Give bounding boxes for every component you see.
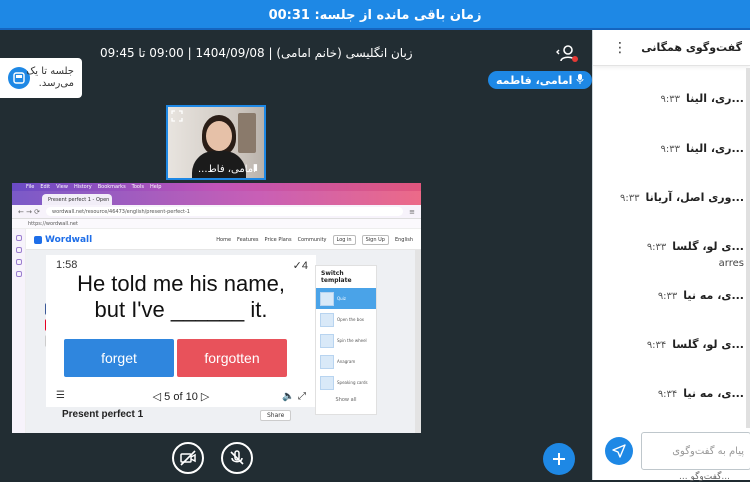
browser-tabstrip: Present perfect 1 - Open bbox=[12, 191, 421, 205]
chat-message: ...ی لو، گلسا ۹:۳۴ bbox=[646, 338, 744, 351]
more-options-icon[interactable]: ⋮ bbox=[613, 40, 627, 56]
microphone-icon bbox=[576, 73, 584, 87]
shared-screen: File Edit View History Bookmarks Tools H… bbox=[12, 183, 421, 433]
answer-option-forget: forget bbox=[64, 339, 174, 377]
microphone-off-button[interactable] bbox=[221, 442, 253, 474]
wordwall-nav-links: Home Features Price Plans Community Log … bbox=[216, 234, 413, 245]
camera-off-icon bbox=[180, 450, 196, 466]
browser-bookmarks: https://wordwall.net bbox=[12, 219, 421, 229]
game-pager: ◁ 5 of 10 ▷ bbox=[152, 391, 210, 403]
chat-message: ...ی، مه نیا ۹:۳۳ bbox=[657, 289, 744, 302]
plus-icon bbox=[553, 453, 565, 465]
chat-message: ...ی لو، گلسا ۹:۳۳ bbox=[646, 240, 744, 253]
browser-nav-icons: ← → ⟳ bbox=[18, 207, 41, 216]
template-item: Speaking cards bbox=[316, 372, 376, 393]
sound-fullscreen-icons: 🔈 ⤢ bbox=[282, 391, 306, 402]
webcam-shelf bbox=[238, 113, 256, 153]
chat-header: ⋮ گفت‌وگوی همگانی bbox=[593, 30, 750, 66]
chat-title: گفت‌وگوی همگانی bbox=[641, 41, 742, 54]
webcam-tile[interactable]: امامی، فاط... ▮ bbox=[166, 105, 266, 180]
add-button[interactable] bbox=[543, 443, 575, 475]
template-thumbnail bbox=[320, 354, 334, 369]
switch-template-panel: Switch template Quiz Open the box Spin t… bbox=[315, 265, 377, 415]
webcam-mic-icon: ▮ bbox=[253, 163, 258, 173]
expand-icon[interactable] bbox=[171, 110, 185, 124]
meeting-title: زبان انگلیسی (خانم امامی) | 1404/09/08 |… bbox=[100, 46, 413, 60]
chat-message: ...ی، مه نیا ۹:۳۴ bbox=[657, 387, 744, 400]
game-question: He told me his name, but I've ______ it. bbox=[77, 271, 285, 322]
chat-panel: ⋮ گفت‌وگوی همگانی ...ری، الینا ۹:۳۳ ...ری… bbox=[592, 30, 750, 482]
send-button[interactable] bbox=[605, 437, 633, 465]
template-thumbnail bbox=[320, 375, 334, 390]
wordwall-logo-icon bbox=[34, 235, 42, 244]
template-thumbnail bbox=[320, 333, 334, 348]
participants-icon[interactable] bbox=[556, 42, 578, 64]
rail-icon bbox=[15, 235, 22, 241]
template-thumbnail bbox=[320, 312, 334, 327]
presenter-name-tag: امامی، فاطمه bbox=[488, 71, 593, 89]
rail-icon bbox=[15, 271, 22, 277]
template-item: Anagram bbox=[316, 351, 376, 372]
rail-icon bbox=[15, 247, 22, 253]
session-timer-bar: زمان باقی مانده از جلسه: 00:31 bbox=[0, 0, 750, 30]
template-item: Quiz bbox=[316, 288, 376, 309]
template-item: Open the box bbox=[316, 309, 376, 330]
share-button: Share bbox=[260, 410, 292, 421]
chat-message: ...وری اصل، آریانا ۹:۳۳ bbox=[620, 191, 744, 204]
chat-message-text: arres bbox=[718, 258, 744, 269]
send-icon bbox=[612, 444, 626, 458]
answer-option-forgotten: forgotten bbox=[177, 339, 287, 377]
chat-scrollbar[interactable] bbox=[746, 68, 750, 428]
chat-message: ...ری، الینا ۹:۳۳ bbox=[660, 92, 744, 105]
rail-icon bbox=[15, 259, 22, 265]
template-item: Spin the wheel bbox=[316, 330, 376, 351]
browser-side-rail bbox=[12, 229, 26, 433]
camera-off-button[interactable] bbox=[172, 442, 204, 474]
shared-screen-scrollbar bbox=[415, 250, 421, 433]
chat-message: ...ری، الینا ۹:۳۳ bbox=[660, 142, 744, 155]
microphone-off-icon bbox=[230, 450, 244, 465]
browser-tab: Present perfect 1 - Open bbox=[42, 194, 112, 205]
activity-title: Present perfect 1 bbox=[62, 409, 144, 420]
quiz-game: 1:58 ✓4 He told me his name, but I've __… bbox=[46, 255, 316, 407]
chat-message-input[interactable]: پیام به گفت‌وگوی bbox=[641, 432, 750, 470]
session-notice-toast: جلسه تا یک می‌رسد. bbox=[0, 58, 82, 98]
game-timer: 1:58 bbox=[56, 259, 78, 271]
wordwall-navbar: Wordwall Home Features Price Plans Commu… bbox=[26, 230, 421, 250]
presenter-name: امامی، فاطمه bbox=[496, 73, 573, 87]
webcam-label: امامی، فاط... bbox=[198, 164, 256, 175]
chat-footer-text: ...گفت‌وگو ... bbox=[679, 472, 730, 482]
browser-menu-icon: ≡ bbox=[409, 207, 415, 216]
browser-menubar: File Edit View History Bookmarks Tools H… bbox=[12, 183, 421, 191]
browser-url: wordwall.net/resource/46473/english/pres… bbox=[46, 207, 404, 216]
template-thumbnail bbox=[320, 291, 334, 306]
browser-address-row: ← → ⟳ wordwall.net/resource/46473/englis… bbox=[12, 205, 421, 219]
wordwall-logo: Wordwall bbox=[34, 235, 92, 245]
session-time-remaining: زمان باقی مانده از جلسه: 00:31 bbox=[268, 7, 482, 23]
notice-text: جلسه تا یک می‌رسد. bbox=[26, 66, 74, 89]
webcam-person-face bbox=[206, 121, 232, 151]
